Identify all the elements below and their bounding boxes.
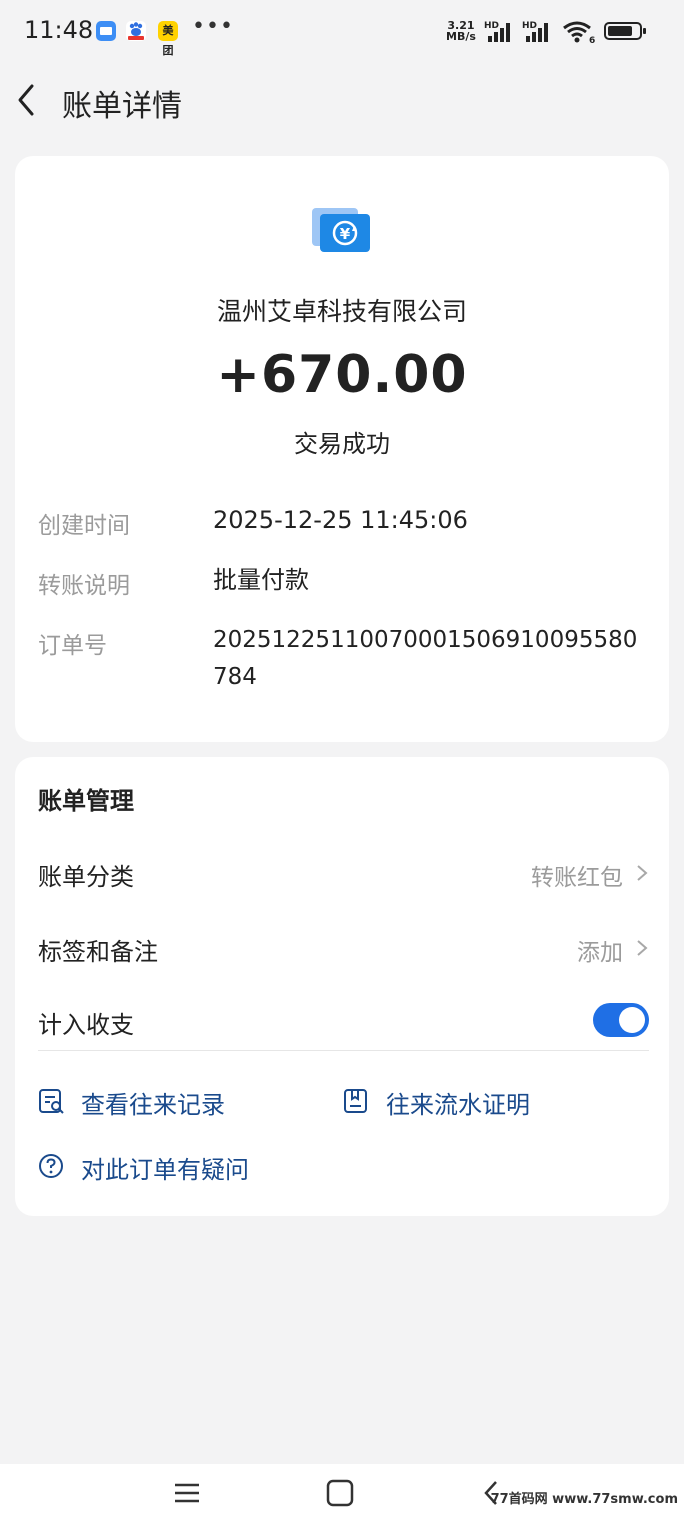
bill-category-label: 账单分类 bbox=[38, 863, 134, 891]
tags-notes-label: 标签和备注 bbox=[38, 938, 158, 966]
svg-text:HD: HD bbox=[522, 21, 537, 31]
transaction-status: 交易成功 bbox=[294, 430, 390, 458]
toggle-knob bbox=[619, 1007, 645, 1033]
more-notifications-icon: ••• bbox=[192, 14, 234, 39]
created-time-label: 创建时间 bbox=[38, 513, 130, 539]
transfer-note-value: 批量付款 bbox=[213, 566, 309, 594]
chevron-right-icon bbox=[637, 865, 648, 881]
bill-management-card: 账单管理 账单分类 转账红包 标签和备注 添加 计入收支 查看往来记录 往来流水… bbox=[15, 757, 669, 1216]
watermark: 77首码网 www.77smw.com bbox=[490, 1492, 678, 1507]
home-icon[interactable] bbox=[325, 1478, 355, 1508]
count-in-income-toggle[interactable] bbox=[593, 1003, 649, 1037]
header: 账单详情 bbox=[0, 64, 684, 140]
page-title: 账单详情 bbox=[62, 89, 182, 124]
transfer-note-label: 转账说明 bbox=[38, 573, 130, 599]
mail-notification-icon bbox=[96, 21, 116, 41]
order-number-value[interactable]: 20251225110070001506910095580784 bbox=[213, 622, 645, 696]
bill-category-value: 转账红包 bbox=[531, 865, 623, 891]
net-speed-unit: MB/s bbox=[446, 30, 476, 43]
chevron-right-icon bbox=[637, 940, 648, 956]
meituan-notification-icon: 美团 bbox=[158, 21, 178, 57]
network-speed: 3.21 MB/s bbox=[446, 20, 476, 42]
record-search-icon bbox=[39, 1089, 64, 1114]
battery-icon bbox=[604, 22, 646, 40]
count-in-income-label: 计入收支 bbox=[38, 1011, 134, 1039]
view-records-link[interactable]: 查看往来记录 bbox=[81, 1085, 225, 1120]
tags-notes-value: 添加 bbox=[577, 940, 623, 966]
navigation-bar: 77首码网 www.77smw.com bbox=[0, 1464, 684, 1522]
wifi-badge: 6 bbox=[589, 36, 595, 44]
back-button[interactable] bbox=[8, 78, 48, 122]
payer-name: 温州艾卓科技有限公司 bbox=[216, 297, 467, 326]
order-question-link[interactable]: 对此订单有疑问 bbox=[81, 1150, 249, 1185]
baidu-notification-icon bbox=[126, 21, 146, 41]
wifi-icon: 6 bbox=[563, 21, 595, 44]
svg-text:HD: HD bbox=[484, 21, 499, 31]
question-icon bbox=[39, 1154, 63, 1178]
section-title: 账单管理 bbox=[38, 787, 134, 815]
divider bbox=[38, 1050, 649, 1051]
order-number-label: 订单号 bbox=[38, 633, 107, 659]
chevron-left-icon bbox=[18, 84, 34, 116]
transfer-icon: ¥ bbox=[312, 208, 370, 252]
transaction-card: ¥ 温州艾卓科技有限公司 +670.00 交易成功 创建时间 2025-12-2… bbox=[15, 156, 669, 742]
svg-text:¥: ¥ bbox=[340, 225, 351, 243]
status-time: 11:48 bbox=[24, 16, 94, 44]
signal-1-icon: HD bbox=[484, 21, 510, 42]
status-bar: 11:48 美团 ••• 3.21 MB/s HD HD 6 bbox=[0, 0, 684, 64]
menu-icon[interactable] bbox=[172, 1478, 202, 1508]
transaction-amount: +670.00 bbox=[216, 345, 468, 405]
document-proof-icon bbox=[344, 1089, 367, 1113]
created-time-value: 2025-12-25 11:45:06 bbox=[213, 506, 468, 534]
transaction-proof-link[interactable]: 往来流水证明 bbox=[386, 1085, 530, 1120]
signal-2-icon: HD bbox=[522, 21, 548, 42]
